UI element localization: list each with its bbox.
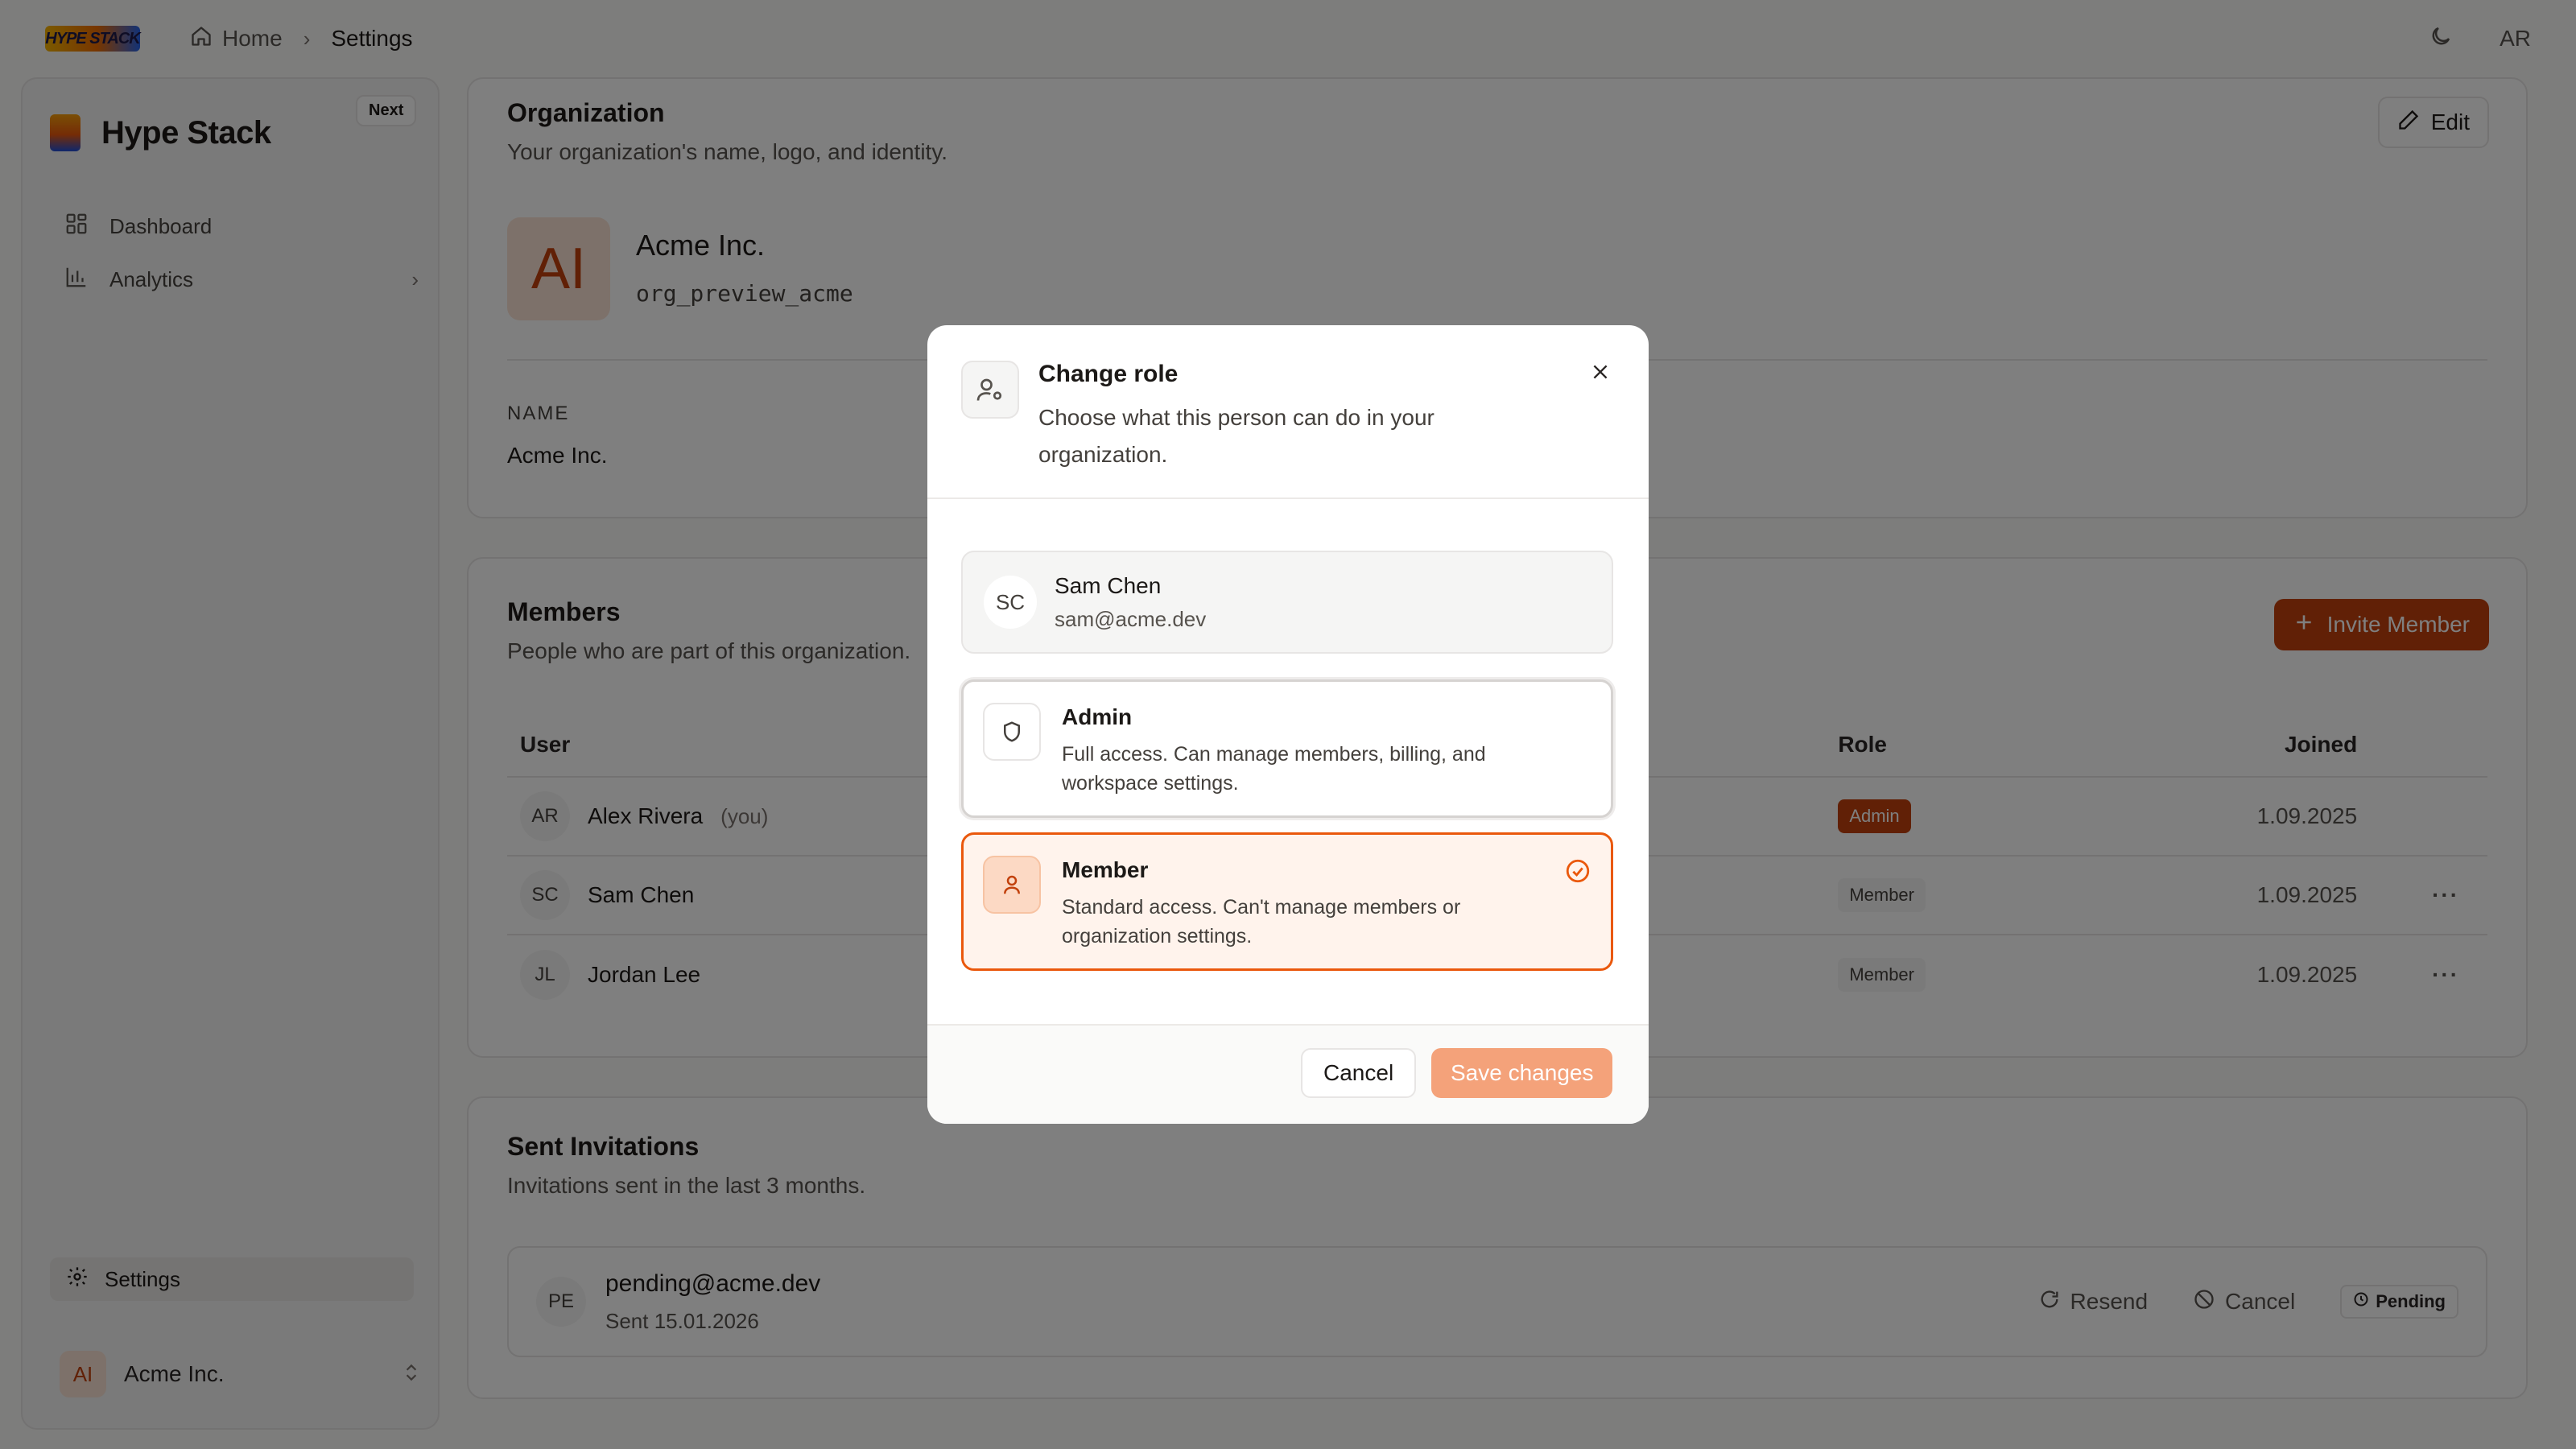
save-changes-button[interactable]: Save changes bbox=[1431, 1048, 1613, 1098]
dialog-header: Change role Choose what this person can … bbox=[927, 325, 1649, 499]
selected-user-email: sam@acme.dev bbox=[1055, 606, 1207, 631]
role-option-name: Admin bbox=[1062, 704, 1133, 729]
role-option-member[interactable]: Member Standard access. Can't manage mem… bbox=[961, 832, 1613, 971]
cancel-button[interactable]: Cancel bbox=[1301, 1048, 1417, 1098]
check-circle-icon bbox=[1564, 857, 1591, 889]
selected-user-name: Sam Chen bbox=[1055, 572, 1162, 598]
close-icon[interactable] bbox=[1581, 353, 1620, 391]
avatar: SC bbox=[984, 576, 1037, 629]
selected-user: SC Sam Chen sam@acme.dev bbox=[961, 551, 1613, 654]
shield-icon bbox=[983, 703, 1041, 761]
change-role-dialog: Change role Choose what this person can … bbox=[927, 325, 1649, 1124]
user-cog-icon bbox=[961, 361, 1019, 419]
role-option-name: Member bbox=[1062, 857, 1149, 882]
user-icon bbox=[983, 856, 1041, 914]
dialog-description: Choose what this person can do in your o… bbox=[1038, 405, 1435, 467]
dialog-footer: Cancel Save changes bbox=[927, 1024, 1649, 1124]
role-option-description: Standard access. Can't manage members or… bbox=[1062, 896, 1461, 947]
role-option-admin[interactable]: Admin Full access. Can manage members, b… bbox=[961, 679, 1613, 818]
dialog-title: Change role bbox=[1038, 361, 1179, 387]
role-option-description: Full access. Can manage members, billing… bbox=[1062, 743, 1486, 795]
